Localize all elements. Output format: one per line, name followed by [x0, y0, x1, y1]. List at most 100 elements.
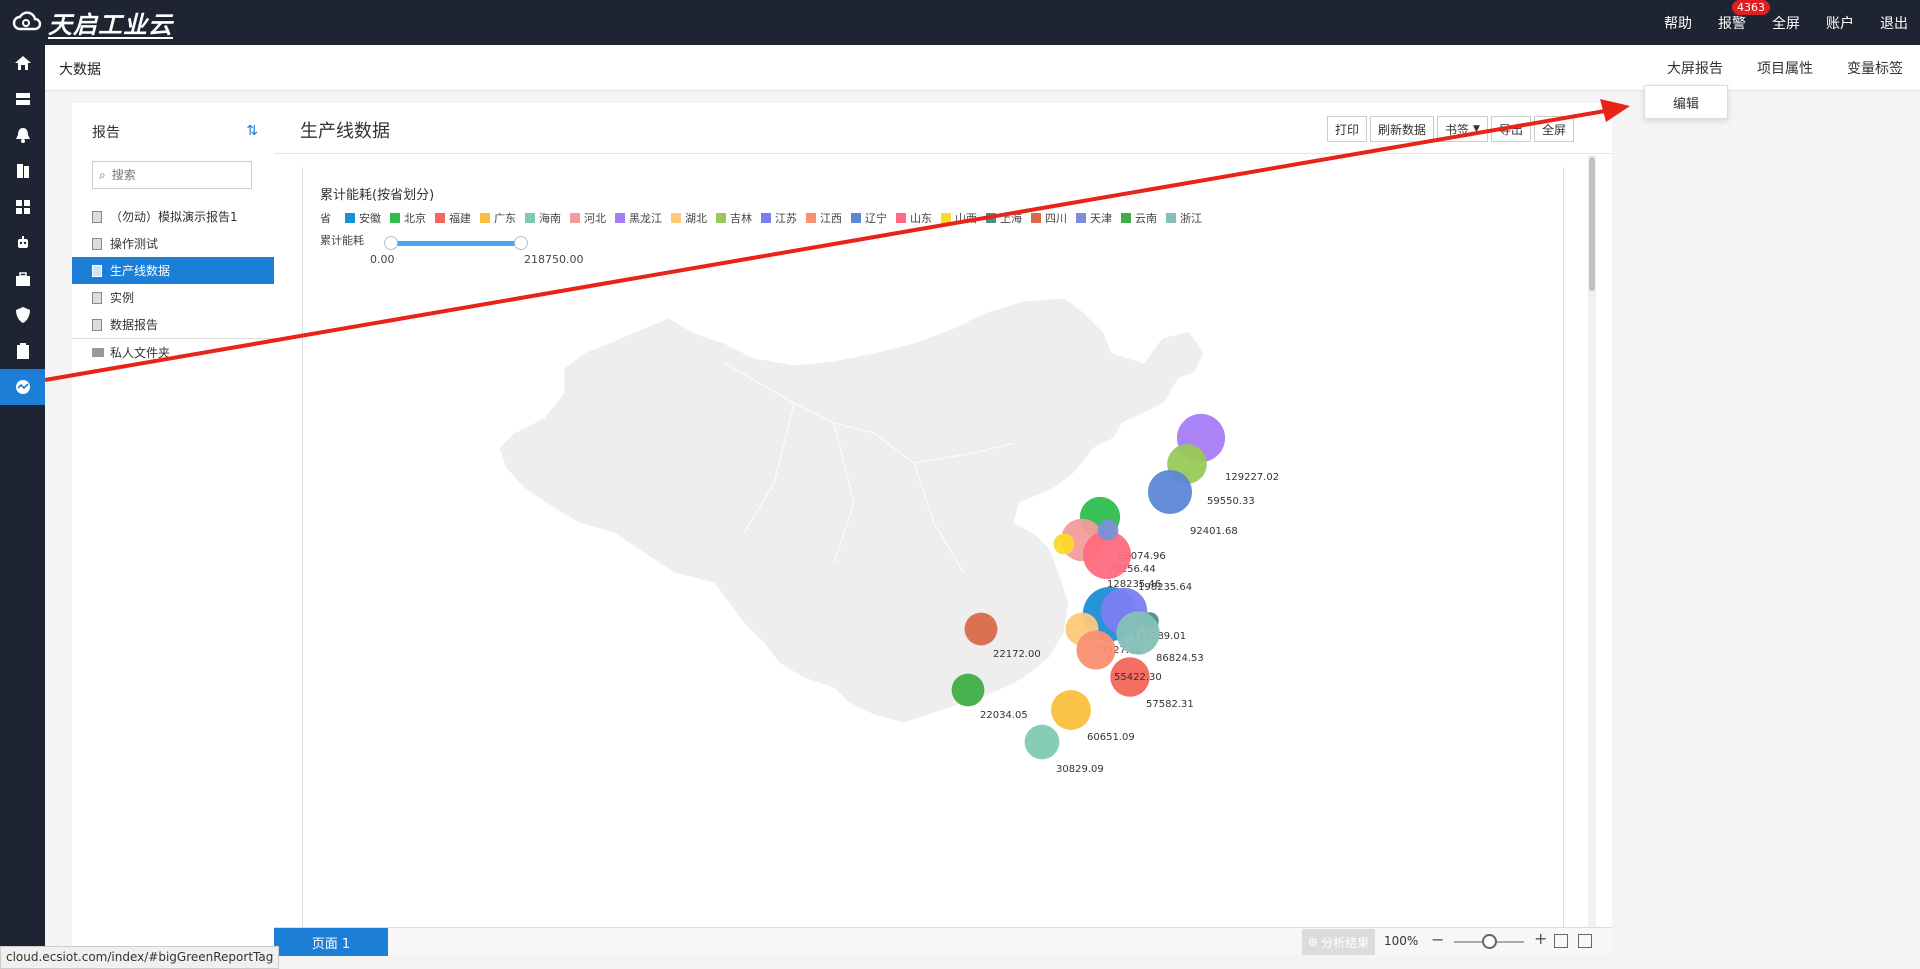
list-item-label: 实例	[110, 291, 135, 305]
list-item-label: （勿动）模拟演示报告1	[110, 210, 238, 224]
tab-bigscreen-report[interactable]: 大屏报告	[1650, 58, 1740, 78]
analysis-label: 分析结果	[1321, 935, 1370, 950]
alarm-badge: 4363	[1732, 0, 1770, 15]
clipboard-icon	[16, 343, 29, 359]
shield-icon	[15, 307, 30, 323]
bell-icon	[15, 128, 30, 143]
list-item[interactable]: （勿动）模拟演示报告1	[72, 203, 274, 230]
bubble-point[interactable]	[1116, 611, 1160, 655]
nav-dashboard[interactable]	[0, 189, 45, 225]
scroll-thumb[interactable]	[1589, 157, 1595, 291]
account-link[interactable]: 账户	[1826, 13, 1854, 33]
bubble-value-label: 22034.05	[980, 710, 1028, 721]
top-links: 帮助 报警 4363 全屏 账户 退出	[1638, 0, 1908, 45]
bubble-point[interactable]	[964, 612, 998, 646]
nav-security[interactable]	[0, 297, 45, 333]
bubble-point[interactable]	[1097, 519, 1119, 541]
file-icon	[92, 291, 102, 304]
bottom-bar: 页面 1 ⊕ 分析结果 100% − +	[274, 927, 1612, 956]
analysis-button[interactable]: ⊕ 分析结果	[1302, 929, 1376, 955]
logo-text: 天启工业云	[48, 10, 173, 39]
bubble-value-label: 60651.09	[1087, 732, 1135, 743]
server-icon	[15, 93, 30, 105]
nav-home[interactable]	[0, 45, 45, 81]
briefcase-icon	[15, 272, 30, 286]
folder-icon	[92, 348, 104, 357]
bubble-value-label: 30829.09	[1056, 764, 1104, 775]
list-item[interactable]: 数据报告	[72, 311, 274, 338]
cloud-logo-icon	[12, 11, 42, 31]
list-item-active[interactable]: 生产线数据	[72, 257, 274, 284]
status-bar-url: cloud.ecsiot.com/index/#bigGreenReportTa…	[0, 946, 280, 969]
list-item-label: 数据报告	[110, 318, 159, 332]
zoom-out-icon[interactable]: −	[1431, 930, 1444, 949]
bubble-point[interactable]	[1076, 630, 1116, 670]
home-icon	[14, 56, 31, 70]
search-box: ⌕	[92, 161, 252, 189]
search-input[interactable]	[109, 167, 240, 183]
robot-icon	[17, 236, 28, 248]
dashboard-icon	[15, 200, 30, 214]
bubble-value-label: 92401.68	[1190, 526, 1238, 537]
top-bar: 天启工业云 帮助 报警 4363 全屏 账户 退出	[0, 0, 1920, 45]
file-icon	[92, 237, 102, 250]
left-nav	[0, 45, 45, 969]
folder-label: 私人文件夹	[110, 346, 171, 360]
report-viewer: 生产线数据 打印 刷新数据 书签 ▼ 导出 全屏 累计能耗(按省划分) 省 安徽北…	[274, 103, 1612, 955]
logout-link[interactable]: 退出	[1880, 13, 1908, 33]
file-icon	[92, 318, 102, 331]
bubble-value-label: 128235.46	[1107, 579, 1161, 590]
bubble-value-label: 57582.31	[1146, 699, 1194, 710]
bubble-value-label: 55422.30	[1114, 672, 1162, 683]
book-icon	[16, 164, 29, 178]
page-tab[interactable]: 页面 1	[274, 928, 388, 956]
list-item[interactable]: 实例	[72, 284, 274, 311]
help-link[interactable]: 帮助	[1664, 13, 1692, 33]
nav-alerts[interactable]	[0, 117, 45, 153]
bubble-point[interactable]	[1024, 724, 1060, 760]
search-icon: ⌕	[99, 167, 106, 182]
tab-variable-tags[interactable]: 变量标签	[1830, 58, 1920, 78]
page-title: 大数据	[59, 62, 101, 78]
bubble-point[interactable]	[951, 673, 985, 707]
sort-icon[interactable]: ⇅	[246, 123, 258, 139]
bubble-point[interactable]	[1147, 469, 1193, 515]
fullscreen-link[interactable]: 全屏	[1772, 13, 1800, 33]
breadcrumb-bar: 大数据 大屏报告 项目属性 变量标签	[45, 45, 1920, 91]
zoom-level: 100%	[1384, 934, 1419, 948]
report-list: （勿动）模拟演示报告1 操作测试 生产线数据 实例 数据报告 私人文件夹	[72, 203, 274, 366]
chart-icon	[15, 380, 30, 394]
list-item-label: 操作测试	[110, 237, 159, 251]
app-logo[interactable]: 天启工业云	[12, 6, 173, 39]
bubble-value-label: 22172.00	[993, 649, 1041, 660]
nav-bigdata[interactable]	[0, 369, 45, 405]
bubble-point[interactable]	[1051, 690, 1091, 730]
nav-briefcase[interactable]	[0, 261, 45, 297]
list-item-label: 生产线数据	[110, 264, 171, 278]
nav-server[interactable]	[0, 81, 45, 117]
report-sidepanel: 报告 ⇅ ⌕ （勿动）模拟演示报告1 操作测试 生产线数据 实例 数据报告 私人…	[72, 103, 274, 969]
scrollbar[interactable]	[1588, 155, 1596, 953]
zoom-slider-handle[interactable]	[1482, 934, 1497, 949]
nav-docs[interactable]	[0, 153, 45, 189]
sidepanel-title: 报告	[92, 125, 120, 141]
alarm-label: 报警	[1718, 15, 1746, 32]
bubble-value-label: 129227.02	[1225, 472, 1279, 483]
china-map-chart: 198235.6463074.9657582.3160651.0930829.0…	[498, 297, 1279, 775]
analysis-icon: ⊕	[1308, 935, 1319, 949]
list-item[interactable]: 操作测试	[72, 230, 274, 257]
file-icon	[92, 264, 102, 277]
bubble-point[interactable]	[1053, 533, 1075, 555]
private-folder[interactable]: 私人文件夹	[72, 338, 274, 366]
zoom-in-icon[interactable]: +	[1534, 929, 1547, 948]
fit-width-icon[interactable]	[1554, 934, 1568, 948]
tab-project-properties[interactable]: 项目属性	[1740, 58, 1830, 78]
file-icon	[92, 210, 102, 223]
edit-menu-item[interactable]: 编辑	[1644, 85, 1728, 119]
nav-robot[interactable]	[0, 225, 45, 261]
nav-clipboard[interactable]	[0, 333, 45, 369]
fit-page-icon[interactable]	[1578, 934, 1592, 948]
bubble-value-label: 86824.53	[1156, 653, 1204, 664]
alarm-link[interactable]: 报警 4363	[1718, 0, 1770, 33]
bubble-value-label: 59550.33	[1207, 496, 1255, 507]
